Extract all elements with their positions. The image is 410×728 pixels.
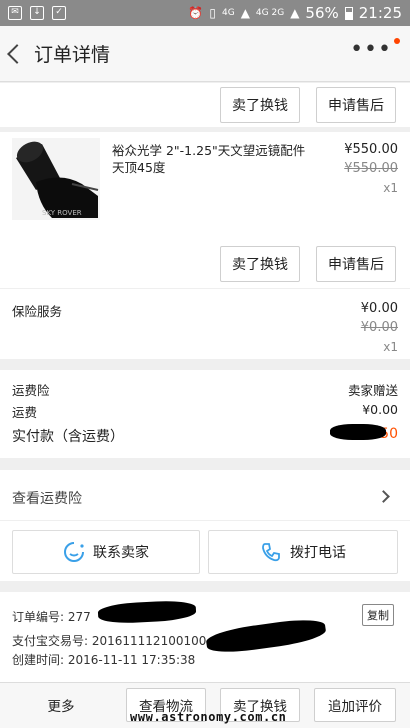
product-price: ¥550.00	[344, 142, 398, 157]
sell-button[interactable]: 卖了换钱	[220, 246, 300, 282]
clock: 21:25	[358, 4, 402, 22]
view-freight-insurance-label[interactable]: 查看运费险	[12, 488, 82, 508]
vibrate-icon: ▯	[209, 6, 216, 20]
page-title: 订单详情	[34, 44, 111, 66]
order-number: 订单编号: 277	[12, 610, 91, 624]
insurance-price: ¥0.00	[360, 301, 398, 316]
diagonal-prism-image: SKY ROVER	[12, 138, 100, 220]
alarm-icon: ⏰	[188, 6, 204, 20]
after-sale-button-top[interactable]: 申请售后	[316, 87, 396, 123]
call-button[interactable]: 拨打电话	[208, 530, 398, 574]
shield-icon: ✓	[52, 6, 66, 20]
add-review-button[interactable]: 追加评价	[314, 688, 396, 722]
freight-insurance-value: 卖家赠送	[347, 383, 398, 398]
status-bar: ✉ ↓ ✓ ⏰ ▯ 4G ▲ 4G 2G ▲ 56% 21:25	[0, 0, 410, 26]
phone-icon	[262, 543, 280, 562]
back-icon[interactable]	[7, 43, 27, 64]
paid-label: 实付款（含运费）	[12, 429, 124, 445]
contact-seller-button[interactable]: 联系卖家	[12, 530, 200, 574]
watermark: www.astronomy.com.cn	[130, 710, 287, 724]
insurance-label: 保险服务	[12, 304, 63, 319]
created-time: 创建时间: 2016-11-11 17:35:38	[12, 653, 196, 667]
product-qty: x1	[383, 181, 398, 195]
after-sale-button[interactable]: 申请售后	[316, 246, 396, 282]
signal-icon: ▲	[240, 6, 250, 20]
notification-icon: ✉	[8, 6, 22, 20]
more-icon[interactable]: •••	[350, 39, 392, 61]
product-original-price: ¥550.00	[344, 161, 398, 176]
nav-bar: 订单详情 •••	[0, 26, 410, 82]
freight-value: ¥0.00	[362, 402, 398, 417]
network-label-1: 4G	[221, 8, 235, 18]
insurance-card	[0, 289, 410, 359]
battery-icon	[344, 6, 353, 20]
download-icon: ↓	[30, 6, 44, 20]
product-image[interactable]: SKY ROVER	[12, 138, 100, 220]
signal-icon-2: ▲	[290, 6, 300, 20]
battery-percent: 56%	[305, 4, 339, 22]
insurance-qty: x1	[383, 340, 398, 354]
more-button[interactable]: 更多	[30, 688, 92, 722]
network-label-2: 4G 2G	[255, 8, 285, 18]
svg-text:SKY ROVER: SKY ROVER	[42, 209, 82, 217]
product-title[interactable]: 裕众光学 2"-1.25"天文望远镜配件 天顶45度	[112, 142, 320, 176]
contact-seller-label: 联系卖家	[93, 545, 149, 561]
freight-insurance-label: 运费险	[12, 383, 50, 398]
chat-icon	[64, 542, 84, 562]
sell-button-top[interactable]: 卖了换钱	[220, 87, 300, 123]
copy-button[interactable]: 复制	[362, 604, 394, 626]
call-label: 拨打电话	[290, 545, 346, 561]
alipay-number: 支付宝交易号: 201611112100100	[12, 634, 207, 648]
redaction-mark	[330, 424, 386, 440]
insurance-original-price: ¥0.00	[360, 320, 398, 335]
notification-dot	[394, 38, 400, 44]
freight-label: 运费	[12, 405, 38, 420]
top-actions: 卖了换钱 申请售后	[0, 83, 410, 127]
